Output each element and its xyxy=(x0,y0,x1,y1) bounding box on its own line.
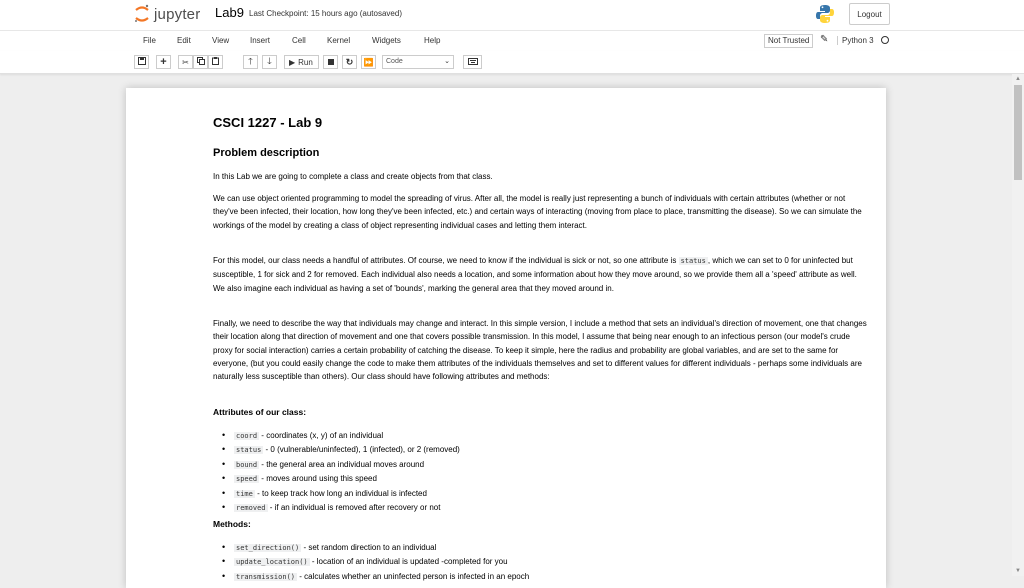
menu-kernel[interactable]: Kernel xyxy=(327,36,350,45)
keyboard-icon xyxy=(467,57,478,67)
run-button[interactable]: ▶ Run xyxy=(284,55,319,69)
menu-insert[interactable]: Insert xyxy=(250,36,270,45)
copy-icon xyxy=(196,57,205,67)
attr-code: removed xyxy=(234,504,268,513)
run-icon: ▶ xyxy=(289,57,296,67)
jupyter-wordmark: jupyter xyxy=(154,5,201,23)
cut-icon: ✂ xyxy=(182,57,189,67)
list-item: bound - the general area an individual m… xyxy=(213,458,460,472)
methods-heading: Methods: xyxy=(213,519,251,529)
list-item: update_location() - location of an indiv… xyxy=(213,555,529,569)
jupyter-logo-icon xyxy=(134,4,150,24)
list-item: speed - moves around using this speed xyxy=(213,472,460,486)
menu-edit[interactable]: Edit xyxy=(177,36,191,45)
stop-icon xyxy=(327,59,334,65)
move-up-button[interactable]: 🡑 xyxy=(243,55,258,69)
attr-code: bound xyxy=(234,460,260,469)
attr-code: speed xyxy=(234,475,260,484)
attr-desc: - coordinates (x, y) of an individual xyxy=(259,431,384,440)
save-icon xyxy=(137,57,146,67)
scroll-down-arrow-icon[interactable]: ▼ xyxy=(1012,566,1024,576)
attributes-heading: Attributes of our class: xyxy=(213,407,307,417)
trust-indicator[interactable]: Not Trusted xyxy=(764,34,814,48)
attr-code: coord xyxy=(234,432,260,440)
cut-button[interactable]: ✂ xyxy=(178,55,193,69)
kernel-name: Python 3 xyxy=(837,36,874,45)
menu-widgets[interactable]: Widgets xyxy=(372,36,401,45)
menu-help[interactable]: Help xyxy=(424,36,440,45)
list-item: transmission() - calculates whether an u… xyxy=(213,570,529,584)
list-item: set_direction() - set random direction t… xyxy=(213,541,529,555)
copy-button[interactable] xyxy=(193,55,208,69)
menu-view[interactable]: View xyxy=(212,36,229,45)
method-code: update_location() xyxy=(234,558,310,567)
restart-kernel-button[interactable]: ↻ xyxy=(342,55,357,69)
paragraph-attributes-text-a: For this model, our class needs a handfu… xyxy=(213,256,679,265)
restart-icon: ↻ xyxy=(345,56,354,67)
attr-code: time xyxy=(234,489,255,498)
plus-icon: + xyxy=(160,56,167,68)
scrollbar-thumb[interactable] xyxy=(1014,85,1022,180)
notebook-heading: CSCI 1227 - Lab 9 xyxy=(213,115,323,130)
attr-desc: - if an individual is removed after reco… xyxy=(267,503,441,513)
page-scrollbar[interactable]: ▲ ▼ xyxy=(1012,74,1024,576)
fast-forward-icon: ⏩ xyxy=(363,57,374,67)
notebook-container[interactable]: CSCI 1227 - Lab 9 Problem description In… xyxy=(126,88,886,588)
attr-desc: - to keep track how long an individual i… xyxy=(254,488,427,498)
command-palette-button[interactable] xyxy=(463,55,482,69)
move-down-button[interactable]: 🡓 xyxy=(262,55,277,69)
method-code: set_direction() xyxy=(234,544,302,552)
list-item: coord - coordinates (x, y) of an individ… xyxy=(213,429,460,443)
arrow-down-icon: 🡓 xyxy=(267,56,272,66)
insert-cell-button[interactable]: + xyxy=(156,55,171,69)
attr-code: status xyxy=(234,446,264,455)
header: jupyter Lab9 Last Checkpoint: 15 hours a… xyxy=(0,0,1024,30)
method-desc: - set random direction to an individual xyxy=(301,543,437,552)
checkpoint-status: Last Checkpoint: 15 hours ago (autosaved… xyxy=(249,9,402,18)
cell-type-value: Code xyxy=(386,58,403,65)
arrow-up-icon: 🡑 xyxy=(248,56,253,66)
paste-icon xyxy=(211,57,220,67)
save-button[interactable] xyxy=(134,55,149,69)
paragraph-oop: We can use object oriented programming t… xyxy=(213,194,862,230)
menubar: File Edit View Insert Cell Kernel Widget… xyxy=(0,30,1024,52)
attr-desc: - moves around using this speed xyxy=(259,474,377,484)
edit-mode-pencil-icon: ✎ xyxy=(820,34,829,45)
toolbar: + ✂ 🡑 🡓 ▶ Run ↻ ⏩ Code ⌄ xyxy=(0,51,1024,74)
paragraph-methods-intro: Finally, we need to describe the way tha… xyxy=(213,319,867,382)
list-item: removed - if an individual is removed af… xyxy=(213,501,460,515)
inline-code-status: status xyxy=(678,257,708,265)
python-logo-icon xyxy=(816,4,834,24)
method-code: transmission() xyxy=(234,572,298,581)
paragraph-attributes: For this model, our class needs a handfu… xyxy=(213,254,868,295)
attr-desc: - the general area an individual moves a… xyxy=(259,459,425,469)
menu-cell[interactable]: Cell xyxy=(292,36,306,45)
kernel-idle-indicator-icon xyxy=(881,36,889,44)
attr-desc: - 0 (vulnerable/uninfected), 1 (infected… xyxy=(263,445,460,455)
menu-file[interactable]: File xyxy=(143,36,156,45)
list-item: time - to keep track how long an individ… xyxy=(213,487,460,501)
restart-run-all-button[interactable]: ⏩ xyxy=(361,55,376,69)
interrupt-kernel-button[interactable] xyxy=(323,55,338,69)
intro-paragraph: In this Lab we are going to complete a c… xyxy=(213,172,493,181)
jupyter-logo[interactable]: jupyter xyxy=(134,4,200,24)
paste-button[interactable] xyxy=(208,55,223,69)
method-desc: - location of an individual is updated -… xyxy=(309,557,508,567)
logout-button[interactable]: Logout xyxy=(849,3,890,25)
scroll-up-arrow-icon[interactable]: ▲ xyxy=(1012,74,1024,84)
list-item: status - 0 (vulnerable/uninfected), 1 (i… xyxy=(213,443,460,457)
methods-list: set_direction() - set random direction t… xyxy=(213,541,529,584)
notebook-name[interactable]: Lab9 xyxy=(215,5,244,20)
section-heading: Problem description xyxy=(213,147,320,159)
attributes-list: coord - coordinates (x, y) of an individ… xyxy=(213,429,460,515)
chevron-down-icon: ⌄ xyxy=(444,58,450,65)
run-label: Run xyxy=(298,57,313,67)
cell-type-select[interactable]: Code ⌄ xyxy=(382,55,454,69)
method-desc: - calculates whether an uninfected perso… xyxy=(297,571,530,581)
